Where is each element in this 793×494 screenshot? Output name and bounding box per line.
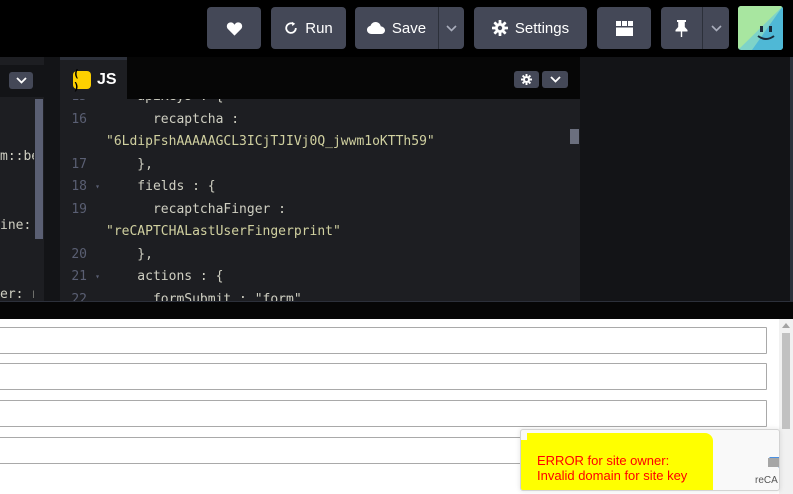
avatar[interactable] [738,6,783,50]
js-logo-icon: ( ) [73,67,91,93]
code-line: ine: [0,218,32,233]
save-button[interactable]: Save [355,7,438,49]
layout-grid-icon [615,20,633,36]
line-number: 15 [60,99,100,109]
save-label: Save [391,19,427,37]
form-field-2[interactable] [0,363,767,390]
scrollbar-thumb[interactable] [782,333,790,429]
line-number: 21 ▾ [60,266,100,289]
line-number-text: 20 [71,246,87,262]
css-editor-options-button[interactable] [9,72,33,89]
line-number: 19 [60,199,100,222]
code-line: recaptchaFinger : [106,201,287,217]
pin-button[interactable] [661,7,702,49]
change-view-button[interactable] [597,7,651,49]
gear-icon [491,20,508,36]
code-line: fields : { [106,179,216,194]
chevron-down-icon [710,24,722,32]
js-code[interactable]: apiKeys : { recaptcha : "6LdipFshAAAAAGCL… [106,99,576,301]
code-line: er: r [0,287,34,301]
line-number-text: 16 [71,111,87,127]
pane-divider[interactable] [44,57,60,301]
error-line-1: ERROR for site owner: [537,453,670,468]
top-header: Run Save Settings [0,0,793,57]
scroll-up-icon[interactable] [782,323,790,328]
love-button[interactable] [207,7,261,49]
recaptcha-widget[interactable]: ERROR for site owner: Invalid domain for… [520,429,780,491]
js-tab-label: JS [97,70,117,88]
line-number: 17 [60,154,100,177]
css-editor-pane[interactable]: m::be ine: er: r [0,57,44,301]
refresh-icon [285,21,297,34]
line-number: 20 [60,244,100,267]
js-editor-header: ( ) JS [60,57,580,99]
line-number: 22 [60,289,100,302]
code-line: actions : { [106,269,224,284]
chevron-down-icon [549,76,561,83]
line-number: 16 [60,109,100,132]
line-number [60,131,100,154]
line-number-text: 18 [71,179,87,194]
form-field-3[interactable] [0,400,767,427]
tab-js[interactable]: ( ) JS [60,57,127,99]
line-number-gutter: 15 16 17 18 ▾ 19 20 21 ▾ 22 [60,99,100,301]
fold-arrow-icon[interactable]: ▾ [95,266,100,289]
gear-icon [521,74,532,85]
recaptcha-logo-icon [768,446,779,468]
code-line: formSubmit : "form" [106,291,302,302]
js-settings-button[interactable] [514,71,539,88]
code-line: "6LdipFshAAAAAGCL3ICjTJIVj0Q_jwwm1oKTTh5… [106,134,435,149]
code-line: "reCAPTCHALastUserFingerprint" [106,224,341,239]
js-code-area[interactable]: 15 16 17 18 ▾ 19 20 21 ▾ 22 apiKeys : { recaptcha… [60,99,580,301]
save-options-toggle[interactable] [438,7,464,49]
text-cursor [570,129,579,144]
js-editor-options-button[interactable] [542,71,568,88]
run-label: Run [305,19,333,37]
settings-label: Settings [514,19,570,37]
line-number-text: 21 [71,269,87,284]
pin-options-toggle[interactable] [702,7,729,49]
recaptcha-error-box: ERROR for site owner: Invalid domain for… [521,433,713,490]
chevron-down-icon [15,77,27,84]
heart-icon [226,21,242,36]
line-number-text: 15 [71,99,87,104]
code-line: m::be [0,149,34,164]
run-button[interactable]: Run [271,7,346,49]
preview-scrollbar[interactable] [779,319,793,494]
settings-button[interactable]: Settings [474,7,587,49]
line-number-text: 17 [71,156,87,172]
user-avatar-icon [738,6,783,50]
code-line: }, [106,156,153,172]
result-preview: ERROR for site owner: Invalid domain for… [0,319,793,494]
recaptcha-brand: reCA [755,475,778,486]
preview-resize-bar[interactable] [0,301,793,319]
css-code: m::be ine: er: r [0,99,34,301]
line-number: 18 ▾ [60,176,100,199]
code-line: apiKeys : { [106,99,576,109]
code-line: }, [106,246,153,262]
css-editor-scrollbar[interactable] [35,99,43,239]
cloud-icon [366,22,385,34]
right-empty-pane [580,57,793,301]
line-number-text: 19 [71,201,87,217]
line-number [60,221,100,244]
chevron-down-icon [446,24,457,32]
fold-arrow-icon[interactable]: ▾ [95,176,100,199]
editor-area: m::be ine: er: r ( ) JS [0,57,793,301]
pin-icon [675,19,688,37]
codepen-editor: Run Save Settings m::b ine: er: () JS 1… [0,0,793,494]
js-editor-pane[interactable]: ( ) JS 16 17 18 ▾ 19 20 21 ▾ 22 recaptch… [60,57,580,301]
recaptcha-error-text: ERROR for site owner: Invalid domain for… [537,453,687,483]
error-line-2: Invalid domain for site key [537,468,688,483]
line-number-text: 22 [71,291,87,302]
code-line: recaptcha : [106,111,240,127]
form-field-1[interactable] [0,327,767,354]
